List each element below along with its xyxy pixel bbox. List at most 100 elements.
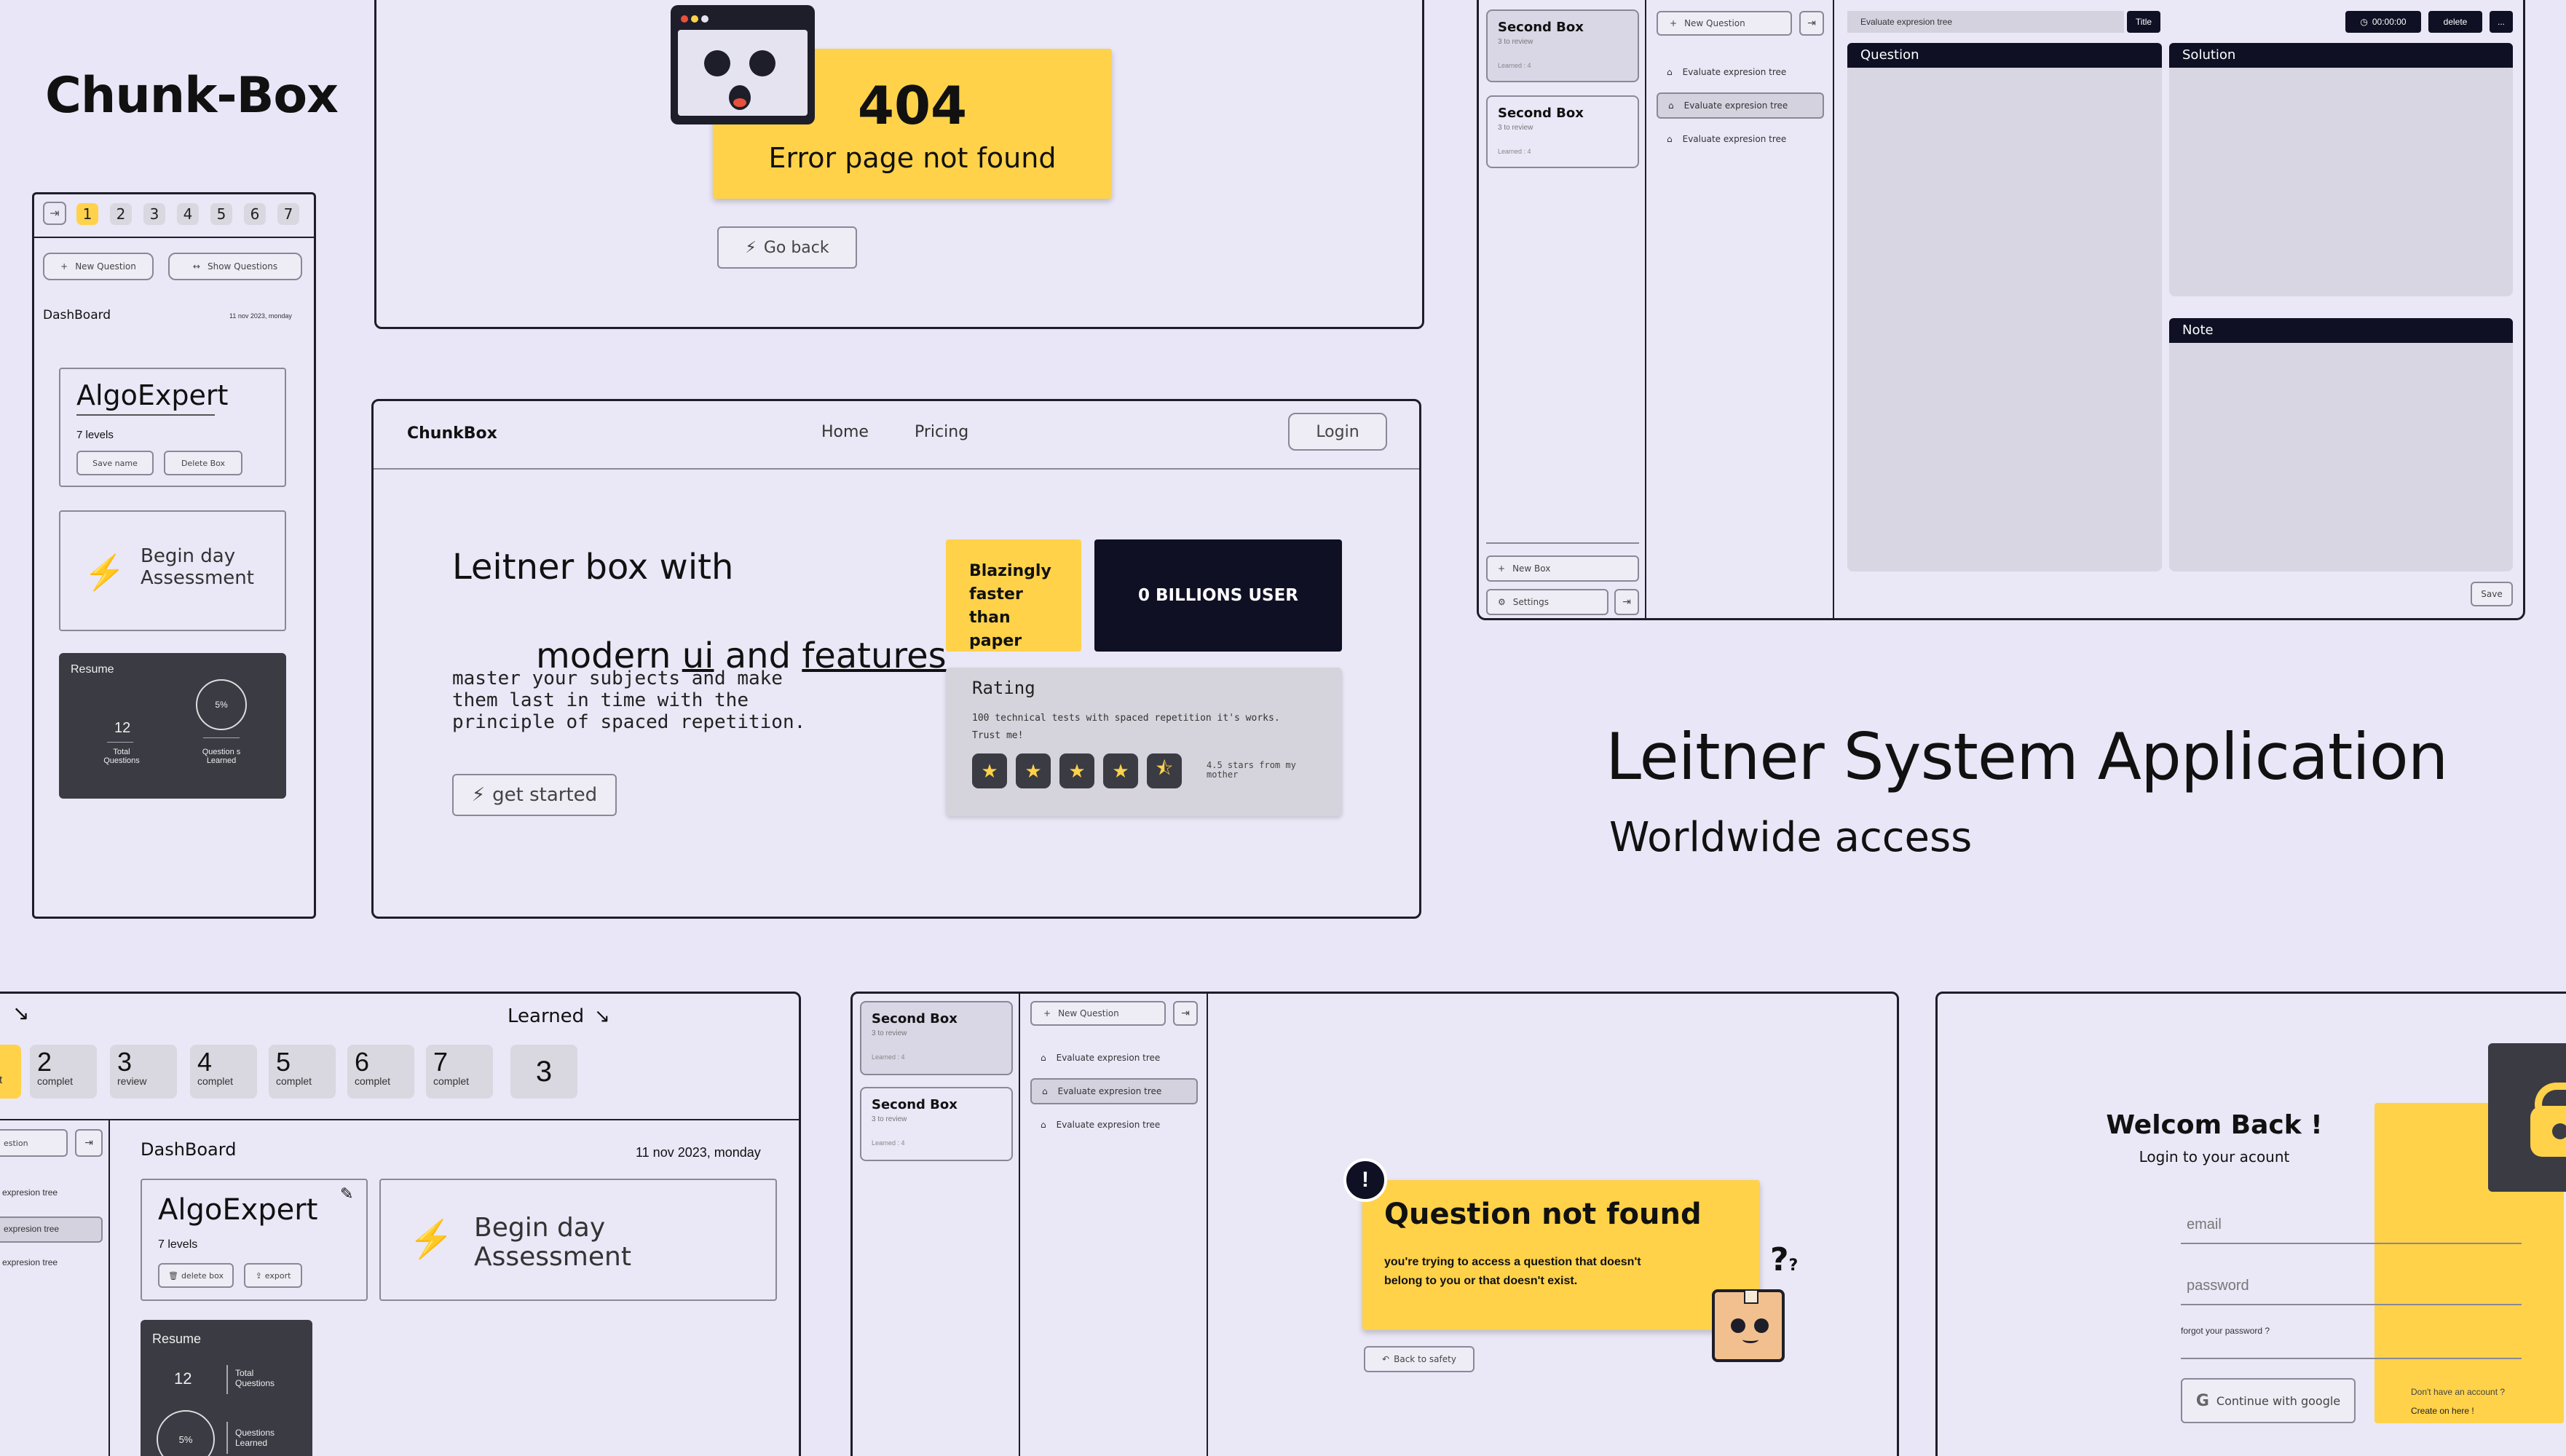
delete-box-button[interactable]: 🗑 delete box (158, 1263, 234, 1288)
timer-button[interactable]: ◷ 00:00:00 (2345, 11, 2421, 33)
side-item[interactable]: expresion tree (2, 1187, 58, 1198)
tree-icon: ⌂ (1667, 67, 1673, 77)
new-question-input[interactable]: estion (0, 1129, 68, 1157)
login-title: Welcom Back ! (2106, 1110, 2323, 1140)
box-name: AlgoExpert (158, 1193, 318, 1227)
delete-button[interactable]: delete (2428, 11, 2482, 33)
title-tag: Title (2127, 11, 2160, 33)
create-account-link[interactable]: Create on here ! (2411, 1406, 2474, 1416)
collapse-icon[interactable]: ⇥ (1799, 11, 1824, 36)
edit-icon[interactable]: ✎ (340, 1184, 353, 1203)
new-question-button[interactable]: + New Question (43, 253, 154, 280)
show-questions-button[interactable]: ↔ Show Questions (168, 253, 302, 280)
logout-icon[interactable]: ⇥ (1614, 589, 1639, 615)
level-3[interactable]: 3 (143, 203, 165, 225)
dashboard-label: DashBoard (43, 308, 111, 323)
nav-pricing[interactable]: Pricing (915, 423, 968, 441)
not-found-card: Question not found you're trying to acce… (1362, 1180, 1760, 1330)
box-card: AlgoExpert ✎ 7 levels 🗑 delete box ⇪ expor… (141, 1179, 368, 1301)
box-card-1[interactable]: Second Box 3 to review Learned : 4 (1486, 9, 1639, 82)
level-6[interactable]: 6 complet (347, 1045, 414, 1099)
go-back-button[interactable]: ⚡ Go back (717, 226, 857, 269)
level-1[interactable]: t (0, 1045, 21, 1099)
learned-label: Learned ↘ (508, 1005, 610, 1027)
login-button[interactable]: Login (1288, 413, 1387, 451)
tree-icon: ⌂ (1042, 1086, 1048, 1096)
level-4[interactable]: 4 (177, 203, 199, 225)
error-404-frame: 404 Error page not found ⚡ Go back (374, 0, 1424, 329)
side-item[interactable]: expresion tree (2, 1257, 58, 1267)
new-question-button[interactable]: + New Question (1030, 1001, 1166, 1026)
settings-button[interactable]: ⚙ Settings (1486, 589, 1608, 615)
assessment-label: Begin day Assessment (141, 545, 254, 589)
total-count: 12 (114, 720, 131, 736)
total-label: Total Questions (103, 748, 140, 765)
question-item-selected[interactable]: ⌂ Evaluate expresion tree (1030, 1078, 1198, 1104)
arrow-icon: ↘ (12, 1002, 30, 1024)
nav-home[interactable]: Home (821, 423, 869, 441)
headline-title: Leitner System Application (1606, 719, 2448, 794)
delete-box-button[interactable]: Delete Box (164, 451, 242, 475)
side-item-selected[interactable]: expresion tree (0, 1216, 103, 1243)
upload-icon: ⇪ (255, 1270, 262, 1281)
logout-icon[interactable]: ⇥ (43, 202, 66, 225)
google-icon: G (2195, 1391, 2209, 1410)
box-levels: 7 levels (76, 429, 114, 441)
box-card-2[interactable]: Second Box 3 to review Learned : 4 (1486, 95, 1639, 168)
level-5[interactable]: 5 complet (269, 1045, 336, 1099)
solution-editor[interactable] (2169, 68, 2513, 296)
hero-line-1: Leitner box with (452, 547, 734, 587)
new-box-button[interactable]: + New Box (1486, 555, 1639, 582)
box-card-1[interactable]: Second Box 3 to review Learned : 4 (860, 1001, 1013, 1075)
faster-card: Blazingly faster than paper (946, 539, 1081, 652)
assessment-label: Begin day Assessment (474, 1213, 631, 1272)
forgot-password-link[interactable]: forgot your password ? (2181, 1326, 2270, 1336)
level-2[interactable]: 2 complet (30, 1045, 97, 1099)
level-3[interactable]: 3 review (110, 1045, 177, 1099)
total-count: 12 (174, 1369, 192, 1388)
plus-icon: + (1043, 1008, 1051, 1018)
question-editor[interactable] (1847, 68, 2162, 571)
email-field[interactable]: email (2181, 1216, 2522, 1244)
assessment-card[interactable]: ⚡ Begin day Assessment (59, 510, 286, 631)
level-6[interactable]: 6 (244, 203, 266, 225)
level-1[interactable]: 1 (76, 203, 98, 225)
new-question-button[interactable]: + New Question (1657, 11, 1792, 36)
gear-icon: ⚙ (1498, 597, 1506, 607)
collapse-icon[interactable]: ⇥ (1173, 1001, 1198, 1026)
plus-icon: + (1670, 18, 1678, 28)
level-5[interactable]: 5 (210, 203, 232, 225)
password-field[interactable]: password (2181, 1278, 2522, 1305)
tree-icon: ⌂ (1041, 1120, 1046, 1130)
lightning-icon: ⚡ (83, 553, 126, 592)
title-input[interactable]: Evaluate expresion tree (1847, 11, 2124, 33)
export-button[interactable]: ⇪ export (244, 1263, 302, 1288)
level-7[interactable]: 7 (277, 203, 299, 225)
note-editor[interactable] (2169, 343, 2513, 571)
google-login-button[interactable]: G Continue with google (2181, 1378, 2356, 1423)
hero-description: master your subjects and make them last … (452, 668, 806, 733)
date-label: 11 nov 2023, monday (636, 1145, 761, 1160)
mobile-dashboard: ⇥ 1 2 3 4 5 6 7 + New Question ↔ Show Ques… (32, 192, 316, 919)
back-to-safety-button[interactable]: ↶ Back to safety (1364, 1346, 1475, 1372)
question-header: Question (1847, 43, 2162, 68)
collapse-icon[interactable]: ⇥ (75, 1129, 103, 1157)
save-button[interactable]: Save (2471, 582, 2513, 606)
level-2[interactable]: 2 (110, 203, 132, 225)
level-extra[interactable]: 3 (510, 1045, 577, 1099)
question-mark-icon: ?? (1770, 1241, 1799, 1278)
save-name-button[interactable]: Save name (76, 451, 154, 475)
question-item[interactable]: ⌂ Evaluate expresion tree (1030, 1045, 1198, 1071)
assessment-card[interactable]: ⚡ Begin day Assessment (379, 1179, 777, 1301)
total-label: Total Questions (235, 1368, 275, 1388)
more-button[interactable]: ... (2490, 11, 2513, 33)
box-card-2[interactable]: Second Box 3 to review Learned : 4 (860, 1087, 1013, 1161)
level-7[interactable]: 7 complet (426, 1045, 493, 1099)
question-item[interactable]: ⌂ Evaluate expresion tree (1657, 59, 1824, 85)
question-item[interactable]: ⌂ Evaluate expresion tree (1657, 126, 1824, 152)
question-item-selected[interactable]: ⌂ Evaluate expresion tree (1657, 92, 1824, 119)
get-started-button[interactable]: ⚡ get started (452, 774, 617, 816)
level-4[interactable]: 4 complet (190, 1045, 257, 1099)
landing-logo[interactable]: ChunkBox (407, 424, 497, 443)
question-item[interactable]: ⌂ Evaluate expresion tree (1030, 1112, 1198, 1138)
